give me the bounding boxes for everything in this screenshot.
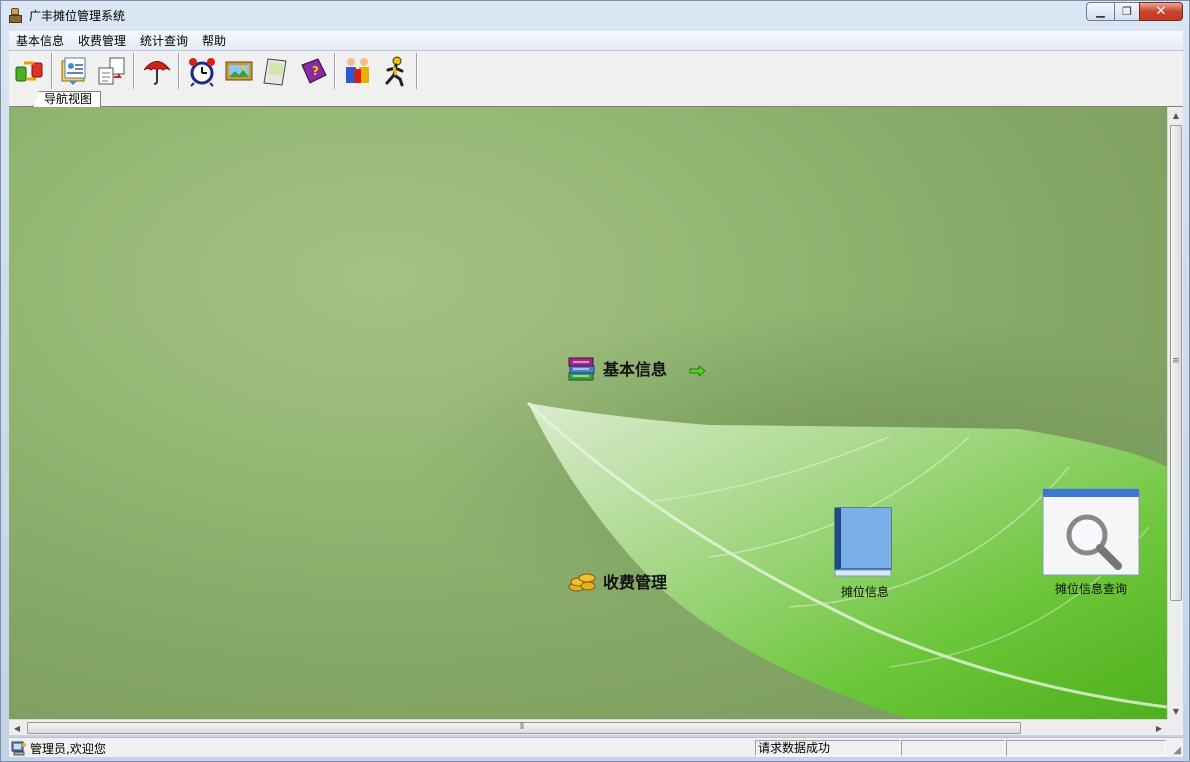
nav-basic-info[interactable]: 基本信息	[567, 353, 667, 383]
app-icon[interactable]	[9, 8, 23, 23]
menu-bar: 基本信息 收费管理 统计查询 帮助	[9, 31, 1183, 51]
toolbar: ?	[9, 51, 1183, 91]
toolbar-separator	[334, 53, 336, 89]
arrow-right-icon	[689, 364, 707, 380]
status-panel-empty	[1006, 740, 1166, 756]
toolbar-alarm-button[interactable]	[183, 52, 220, 90]
menu-basic-info[interactable]: 基本信息	[9, 31, 71, 51]
title-bar[interactable]: 广丰摊位管理系统 ▁ ❐ ✕	[1, 1, 1189, 29]
maximize-icon: ❐	[1122, 5, 1132, 18]
toolbar-help-button[interactable]: ?	[294, 52, 331, 90]
scroll-up-icon[interactable]: ▲	[1168, 107, 1184, 123]
alarm-clock-icon	[188, 58, 215, 87]
toolbar-separator	[178, 53, 180, 89]
tab-strip: 导航视图	[9, 91, 1183, 107]
toolbar-separator	[416, 53, 418, 89]
exit-runner-icon	[385, 56, 403, 87]
books-icon	[568, 357, 595, 381]
stall-info-item[interactable]: 摊位信息	[827, 504, 903, 600]
user-computer-icon	[11, 741, 26, 756]
svg-text:?: ?	[312, 64, 319, 78]
toolbar-data-transfer-button[interactable]	[11, 52, 48, 90]
nav-basic-info-label: 基本信息	[603, 360, 668, 379]
book-icon	[834, 507, 892, 577]
scroll-left-icon[interactable]: ◀	[9, 720, 25, 736]
notepad-icon	[262, 58, 287, 86]
help-book-icon: ?	[300, 58, 327, 84]
menu-fee-management[interactable]: 收费管理	[71, 31, 133, 51]
coins-icon	[568, 573, 596, 592]
horizontal-scrollbar[interactable]: ◀ ⦀ ▶	[9, 719, 1167, 735]
toolbar-notepad-button[interactable]	[257, 52, 294, 90]
menu-statistics-query[interactable]: 统计查询	[133, 31, 195, 51]
vertical-scrollbar[interactable]: ▲ ≡ ▼	[1167, 107, 1183, 719]
users-icon	[345, 58, 369, 83]
search-window-icon	[1042, 488, 1140, 576]
app-window: 广丰摊位管理系统 ▁ ❐ ✕ 基本信息 收费管理 统计查询 帮助 ? 导航视图 …	[0, 0, 1190, 762]
minimize-icon: ▁	[1096, 5, 1105, 18]
tab-navigation-view[interactable]: 导航视图	[33, 91, 102, 107]
status-user-text: 管理员,欢迎您	[30, 741, 106, 756]
status-user: 管理员,欢迎您	[11, 740, 106, 756]
navigation-canvas: 基本信息 收费管理 摊位信息 摊位信息查询	[9, 107, 1167, 719]
stall-query-item[interactable]: 摊位信息查询	[1041, 487, 1141, 597]
toolbar-separator	[51, 53, 53, 89]
toolbar-separator	[133, 53, 135, 89]
status-panel-empty	[901, 740, 1005, 756]
vertical-scroll-thumb[interactable]: ≡	[1170, 125, 1182, 601]
grip-icon: ⦀	[520, 722, 524, 732]
horizontal-scroll-thumb[interactable]: ⦀	[27, 722, 1021, 734]
menu-help[interactable]: 帮助	[195, 31, 233, 51]
status-message: 请求数据成功	[755, 740, 900, 756]
data-transfer-icon	[15, 61, 42, 82]
picture-frame-icon	[225, 61, 252, 81]
toolbar-picture-button[interactable]	[220, 52, 257, 90]
toolbar-exit-button[interactable]	[376, 52, 413, 90]
leaf-background	[409, 307, 1167, 719]
nav-fee-management-label: 收费管理	[603, 573, 668, 592]
close-icon: ✕	[1155, 4, 1167, 19]
umbrella-icon	[143, 61, 170, 85]
toolbar-contacts-button[interactable]	[56, 52, 93, 90]
window-title: 广丰摊位管理系统	[29, 9, 126, 23]
toolbar-users-button[interactable]	[339, 52, 376, 90]
scroll-corner	[1167, 719, 1183, 735]
grip-icon: ≡	[1172, 356, 1180, 366]
stall-query-label: 摊位信息查询	[1054, 582, 1127, 596]
scroll-right-icon[interactable]: ▶	[1151, 720, 1167, 736]
resize-grip-icon[interactable]: ◢	[1173, 745, 1181, 756]
maximize-button[interactable]: ❐	[1114, 2, 1139, 21]
scroll-down-icon[interactable]: ▼	[1168, 703, 1184, 719]
toolbar-document-button[interactable]	[93, 52, 130, 90]
toolbar-umbrella-button[interactable]	[138, 52, 175, 90]
document-exchange-icon	[98, 57, 124, 85]
minimize-button[interactable]: ▁	[1086, 2, 1114, 21]
stall-info-label: 摊位信息	[840, 585, 889, 599]
folder-contacts-icon	[61, 57, 85, 85]
status-bar: 管理员,欢迎您 请求数据成功 ◢	[9, 737, 1183, 757]
close-button[interactable]: ✕	[1139, 2, 1183, 21]
nav-fee-management[interactable]: 收费管理	[567, 567, 667, 595]
